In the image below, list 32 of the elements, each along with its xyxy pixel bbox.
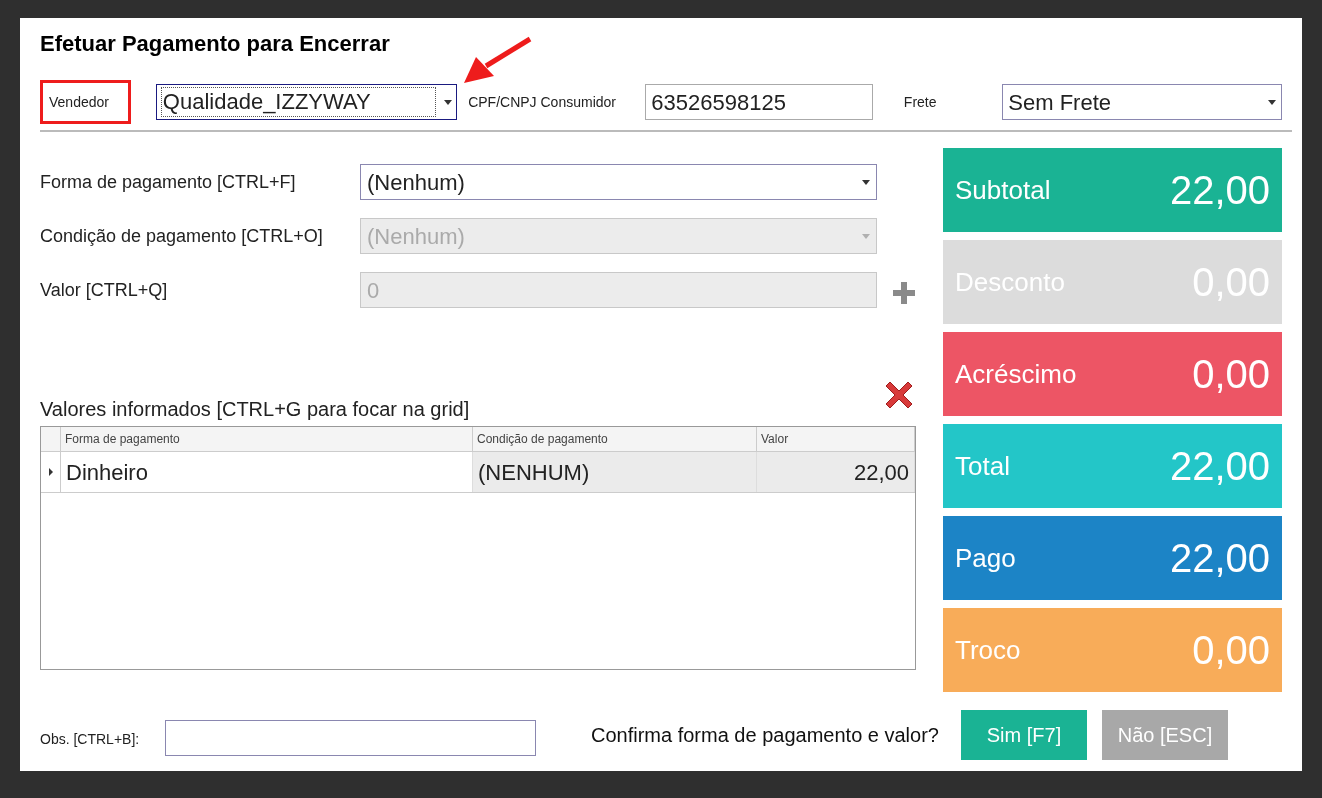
dropdown-caret-icon bbox=[862, 179, 870, 185]
total-card: Total 22,00 bbox=[943, 424, 1282, 508]
total-card: Troco 0,00 bbox=[943, 608, 1282, 692]
dialog-title: Efetuar Pagamento para Encerrar bbox=[40, 30, 390, 58]
field-label: Condição de pagamento [CTRL+O] bbox=[40, 224, 324, 248]
notes-label: Obs. [CTRL+B]: bbox=[40, 729, 141, 749]
confirm-question: Confirma forma de pagamento e valor? bbox=[591, 723, 939, 748]
select-field[interactable]: (Nenhum) bbox=[360, 164, 877, 200]
seller-select[interactable]: Qualidade_IZZYWAY bbox=[155, 84, 458, 120]
notes-input[interactable] bbox=[165, 720, 536, 756]
total-card: Acréscimo 0,00 bbox=[943, 332, 1282, 416]
freight-label: Frete bbox=[903, 92, 938, 112]
row-pointer-icon bbox=[48, 468, 53, 476]
dropdown-caret-icon bbox=[862, 233, 870, 239]
table-cell: (NENHUM) bbox=[473, 452, 757, 492]
freight-select[interactable]: Sem Frete bbox=[1002, 84, 1282, 120]
grid-title: Valores informados [CTRL+G para focar na grid] bbox=[40, 397, 470, 422]
plus-icon[interactable] bbox=[892, 281, 916, 305]
total-card: Subtotal 22,00 bbox=[943, 148, 1282, 232]
dropdown-caret-icon bbox=[1268, 99, 1276, 105]
field-label: Forma de pagamento [CTRL+F] bbox=[40, 170, 297, 194]
dropdown-caret-icon bbox=[444, 99, 453, 105]
total-card: Pago 22,00 bbox=[943, 516, 1282, 600]
customer-id-label: CPF/CNPJ Consumidor bbox=[468, 92, 617, 112]
field-label: Valor [CTRL+Q] bbox=[40, 278, 169, 302]
table-cell: 22,00 bbox=[757, 452, 915, 492]
customer-id-input[interactable]: 63526598125 bbox=[645, 84, 873, 120]
column-header[interactable]: Forma de pagamento bbox=[61, 427, 473, 451]
seller-label: Vendedor bbox=[49, 94, 109, 110]
column-header[interactable]: Condição de pagamento bbox=[473, 427, 757, 451]
pointer-arrow-drawing bbox=[462, 36, 534, 86]
column-header[interactable]: Valor bbox=[757, 427, 915, 451]
